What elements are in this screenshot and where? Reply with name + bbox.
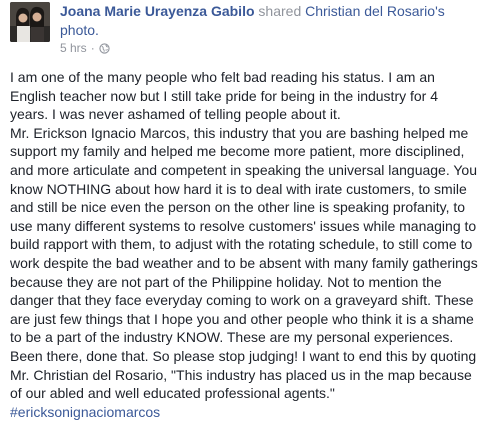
author-avatar[interactable] (10, 2, 50, 42)
meta-separator: · (90, 41, 95, 55)
post-body: I am one of the many people who felt bad… (10, 68, 486, 421)
post-text-line: and more articulate and competent in spe… (10, 161, 477, 178)
post-text-line: to be a part of the industry KNOW. These… (10, 329, 454, 346)
post-text-line: English teacher now but I still take pri… (10, 87, 439, 104)
original-author-link[interactable]: Christian del Rosario's (305, 3, 445, 19)
post-text-line: support my family and helped me become m… (10, 143, 465, 160)
post-text-line: and still be nice even the person on the… (10, 199, 466, 216)
author-name-link[interactable]: Joana Marie Urayenza Gabilo (60, 3, 255, 19)
timestamp[interactable]: 5 hrs (60, 41, 87, 56)
photo-link[interactable]: photo. (60, 22, 99, 38)
post-text-line: danger that they face everyday coming to… (10, 292, 474, 309)
post-text-line: are just few things that I hope you and … (10, 310, 474, 327)
post-text-line: Mr. Christian del Rosario, "This industr… (10, 366, 472, 383)
post-text-line: because they are not part of the Philipp… (10, 273, 442, 290)
post-header: Joana Marie Urayenza Gabilo shared Chris… (10, 0, 480, 60)
post-text-line: use many different systems to resolve cu… (10, 217, 477, 234)
post-text-line: work despite the bad weather and to be a… (10, 254, 478, 271)
post-text-line: build rapport with them, to adjust with … (10, 236, 473, 253)
post-text-line: Been there, done that. So please stop ju… (10, 347, 477, 364)
hashtag-link[interactable]: #ericksonignaciomarcos (10, 403, 486, 422)
shared-post: Joana Marie Urayenza Gabilo shared Chris… (0, 0, 489, 447)
header-title: Joana Marie Urayenza Gabilo shared Chris… (60, 2, 480, 40)
avatar-photo-icon (10, 2, 50, 42)
globe-icon[interactable] (99, 43, 110, 54)
shared-label: shared (254, 3, 306, 19)
post-text-line: years. I was never ashamed of telling pe… (10, 106, 341, 123)
post-meta: 5 hrs · (60, 41, 110, 56)
post-text-line: I am one of the many people who felt bad… (10, 69, 435, 85)
post-text-line: of our abled and well educated professio… (10, 385, 335, 402)
post-text-line: know NOTHING about how hard it is to dea… (10, 180, 467, 197)
post-text-line: Mr. Erickson Ignacio Marcos, this indust… (10, 124, 469, 141)
